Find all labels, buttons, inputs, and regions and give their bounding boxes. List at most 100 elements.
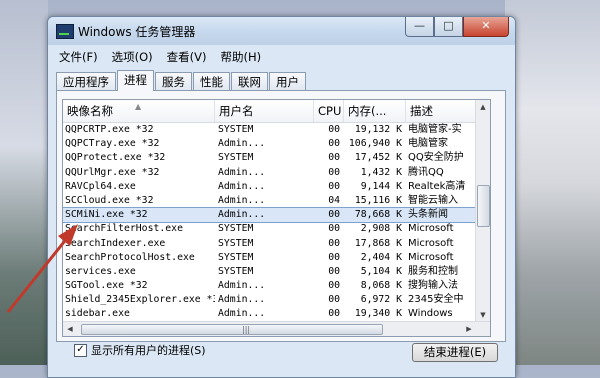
menu-help[interactable]: 帮助(H) <box>213 47 268 65</box>
cell-image-name: SearchIndexer.exe <box>65 237 166 249</box>
cell-cpu: 00 <box>328 308 340 320</box>
table-row[interactable]: QQUrlMgr.exe *32 Admin... 00 1,432 K 腾讯QQ <box>63 166 476 180</box>
table-row[interactable]: SearchFilterHost.exe SYSTEM 00 2,908 K Micro… <box>63 222 476 236</box>
cell-user-name: Admin... <box>218 166 266 178</box>
menu-options[interactable]: 选项(O) <box>105 47 160 65</box>
table-row[interactable]: QQPCTray.exe *32 Admin... 00 106,940 K 电脑管家 <box>63 137 476 151</box>
tab-applications[interactable]: 应用程序 <box>56 72 116 91</box>
table-row[interactable]: services.exe SYSTEM 00 5,104 K 服务和控制 <box>63 265 476 279</box>
cell-description: 2345安全中 <box>408 294 464 306</box>
tab-services[interactable]: 服务 <box>155 72 192 91</box>
cell-image-name: SearchFilterHost.exe <box>65 223 183 235</box>
cell-description: 电脑管家 <box>408 138 448 150</box>
table-row[interactable]: SCCloud.exe *32 Admin... 04 15,116 K 智能云输入 <box>63 194 476 208</box>
cell-cpu: 00 <box>328 152 340 164</box>
table-row[interactable]: SearchIndexer.exe SYSTEM 00 17,868 K Microso… <box>63 237 476 251</box>
cell-description: Realtek高清 <box>408 180 466 192</box>
horizontal-scroll-thumb[interactable]: ||| <box>81 324 383 335</box>
close-button[interactable]: ✕ <box>463 17 509 37</box>
tab-performance[interactable]: 性能 <box>193 72 230 91</box>
cell-user-name: SYSTEM <box>218 124 254 135</box>
cell-image-name: QQUrlMgr.exe *32 <box>65 166 160 178</box>
cell-description: 腾讯QQ <box>408 166 444 178</box>
table-row[interactable]: Shield_2345Explorer.exe *32 Admin... 00 6,9… <box>63 293 476 307</box>
tab-networking[interactable]: 联网 <box>231 72 268 91</box>
maximize-button[interactable]: □ <box>434 17 463 37</box>
cell-memory: 1,432 K <box>360 166 402 178</box>
cell-memory: 8,068 K <box>360 280 402 292</box>
cell-user-name: Admin... <box>218 209 266 221</box>
cell-cpu: 00 <box>328 209 340 221</box>
table-row[interactable]: sidebar.exe Admin... 00 19,340 K Windows <box>63 307 476 321</box>
cell-description: Microsoft <box>408 223 454 235</box>
cell-user-name: Admin... <box>218 138 266 150</box>
cell-description: QQ安全防护 <box>408 152 464 164</box>
scroll-up-arrow-icon[interactable]: ▲ <box>476 100 490 114</box>
cell-cpu: 00 <box>328 124 340 135</box>
cell-description: Microsoft <box>408 251 454 263</box>
scroll-left-arrow-icon[interactable]: ◀ <box>63 322 77 336</box>
cell-description: Windows <box>408 308 453 320</box>
cell-memory: 2,404 K <box>360 251 402 263</box>
vertical-scroll-thumb[interactable] <box>477 185 490 227</box>
cell-image-name: SGTool.exe *32 <box>65 280 148 292</box>
cell-description: 服务和控制 <box>408 265 458 277</box>
cell-user-name: SYSTEM <box>218 265 254 277</box>
process-list: 映像名称 ▲ 用户名 CPU 内存(... 描述 QQPCRTP.exe *32 S… <box>62 99 491 337</box>
cell-image-name: RAVCpl64.exe <box>65 180 136 192</box>
tab-users[interactable]: 用户 <box>269 72 306 91</box>
column-memory[interactable]: 内存(... <box>344 100 406 122</box>
cell-memory: 9,144 K <box>360 180 402 192</box>
cell-user-name: Admin... <box>218 180 266 192</box>
cell-description: 头条新闻 <box>408 209 448 221</box>
minimize-button[interactable]: — <box>405 17 434 37</box>
vertical-scrollbar[interactable]: ▲ ▼ <box>475 100 490 322</box>
window-title: Windows 任务管理器 <box>78 25 196 39</box>
cell-description: Microsoft <box>408 237 454 249</box>
column-description[interactable]: 描述 <box>406 100 476 122</box>
cell-cpu: 00 <box>328 180 340 192</box>
cell-image-name: Shield_2345Explorer.exe *32 <box>65 294 215 306</box>
cell-memory: 17,868 K <box>354 237 402 249</box>
cell-user-name: Admin... <box>218 308 266 320</box>
cell-cpu: 04 <box>328 194 340 206</box>
column-user-name[interactable]: 用户名 <box>215 100 314 122</box>
title-bar[interactable]: Windows 任务管理器 — □ ✕ <box>48 17 515 45</box>
cell-user-name: Admin... <box>218 194 266 206</box>
column-image-name[interactable]: 映像名称 ▲ <box>63 100 215 122</box>
cell-image-name: sidebar.exe <box>65 308 130 320</box>
cell-cpu: 00 <box>328 251 340 263</box>
cell-description: 智能云输入 <box>408 194 458 206</box>
horizontal-scrollbar[interactable]: ◀ ||| ▶ <box>63 321 490 336</box>
tab-processes[interactable]: 进程 <box>117 70 154 91</box>
cell-memory: 17,452 K <box>354 152 402 164</box>
cell-user-name: SYSTEM <box>218 237 254 249</box>
process-list-header: 映像名称 ▲ 用户名 CPU 内存(... 描述 <box>63 100 476 123</box>
menu-view[interactable]: 查看(V) <box>160 47 214 65</box>
desktop-wallpaper-left <box>0 0 48 365</box>
show-all-users-checkbox[interactable]: ✓ <box>74 343 87 357</box>
cell-image-name: SCCloud.exe *32 <box>65 194 154 206</box>
table-row[interactable]: QQProtect.exe *32 SYSTEM 00 17,452 K QQ安全防护 <box>63 151 476 165</box>
table-row[interactable]: SGTool.exe *32 Admin... 00 8,068 K 搜狗输入法 <box>63 279 476 293</box>
cell-user-name: SYSTEM <box>218 223 254 235</box>
table-row[interactable]: SCMiNi.exe *32 Admin... 00 78,668 K 头条新闻 <box>63 207 477 224</box>
task-manager-icon <box>56 24 74 39</box>
table-row[interactable]: SearchProtocolHost.exe SYSTEM 00 2,404 K Mic… <box>63 251 476 265</box>
cell-cpu: 00 <box>328 265 340 277</box>
column-cpu[interactable]: CPU <box>314 100 344 122</box>
cell-user-name: Admin... <box>218 294 266 306</box>
show-all-users-option[interactable]: ✓ 显示所有用户的进程(S) <box>74 342 206 358</box>
scroll-right-arrow-icon[interactable]: ▶ <box>462 322 476 336</box>
scroll-down-arrow-icon[interactable]: ▼ <box>476 308 490 322</box>
table-row[interactable]: QQPCRTP.exe *32 SYSTEM 00 19,132 K 电脑管家-实 <box>63 123 476 137</box>
cell-cpu: 00 <box>328 223 340 235</box>
cell-cpu: 00 <box>328 138 340 150</box>
cell-image-name: SearchProtocolHost.exe <box>65 251 195 263</box>
end-process-button[interactable]: 结束进程(E) <box>412 343 498 362</box>
desktop-wallpaper-right <box>505 0 600 365</box>
cell-memory: 6,972 K <box>360 294 402 306</box>
table-row[interactable]: RAVCpl64.exe Admin... 00 9,144 K Realtek高清 <box>63 180 476 194</box>
menu-file[interactable]: 文件(F) <box>52 47 105 65</box>
cell-memory: 19,132 K <box>354 124 402 135</box>
